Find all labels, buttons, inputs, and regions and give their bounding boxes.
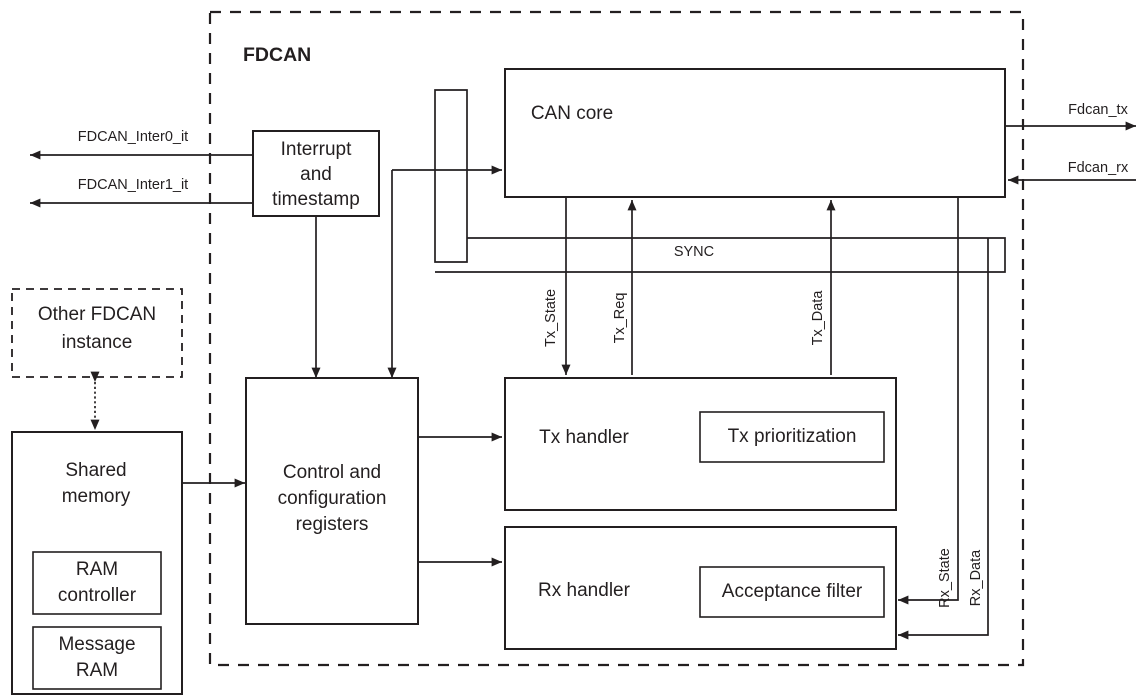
block-other-instance-line1: Other FDCAN (38, 304, 156, 325)
wire-sync-loop (435, 237, 1006, 273)
block-interrupt-line3: timestamp (272, 189, 360, 210)
fdcan-block-diagram: FDCAN CAN core Interrupt and timestamp O… (0, 0, 1148, 698)
signal-label-inter0: FDCAN_Inter0_it (78, 129, 188, 145)
block-interrupt-line2: and (300, 164, 332, 185)
block-shared-memory-line2: memory (62, 486, 131, 507)
block-message-ram-line2: RAM (76, 660, 118, 681)
signal-label-tx-state: Tx_State (543, 289, 559, 347)
signal-label-tx-req: Tx_Req (612, 293, 628, 344)
block-other-instance-line2: instance (62, 332, 133, 353)
page-title: FDCAN (243, 44, 311, 66)
signal-label-fdcan-tx: Fdcan_tx (1068, 102, 1128, 118)
signal-label-tx-data: Tx_Data (810, 290, 826, 346)
block-control-registers-line3: registers (296, 514, 369, 535)
wire-ctrl-bracket (434, 89, 468, 263)
block-ram-controller-line2: controller (58, 585, 137, 606)
block-control-registers-line1: Control and (283, 462, 381, 483)
block-interrupt-line1: Interrupt (281, 139, 352, 160)
block-can-core[interactable] (504, 68, 1006, 198)
block-rx-handler-label: Rx handler (538, 580, 631, 601)
block-message-ram-line1: Message (58, 634, 135, 655)
block-shared-memory-line1: Shared (65, 460, 126, 481)
wire-rx-state (897, 197, 959, 605)
block-ram-controller-line1: RAM (76, 559, 118, 580)
signal-label-fdcan-rx: Fdcan_rx (1068, 160, 1129, 176)
signal-label-rx-state: Rx_State (937, 548, 953, 608)
block-can-core-label: CAN core (531, 103, 613, 124)
signal-label-rx-data: Rx_Data (968, 549, 984, 606)
block-tx-prioritization-label: Tx prioritization (728, 426, 857, 447)
block-acceptance-filter-label: Acceptance filter (722, 581, 863, 602)
block-control-registers-line2: configuration (278, 488, 387, 509)
block-tx-handler-label: Tx handler (539, 427, 629, 448)
signal-label-sync: SYNC (674, 244, 714, 260)
signal-label-inter1: FDCAN_Inter1_it (78, 177, 188, 193)
